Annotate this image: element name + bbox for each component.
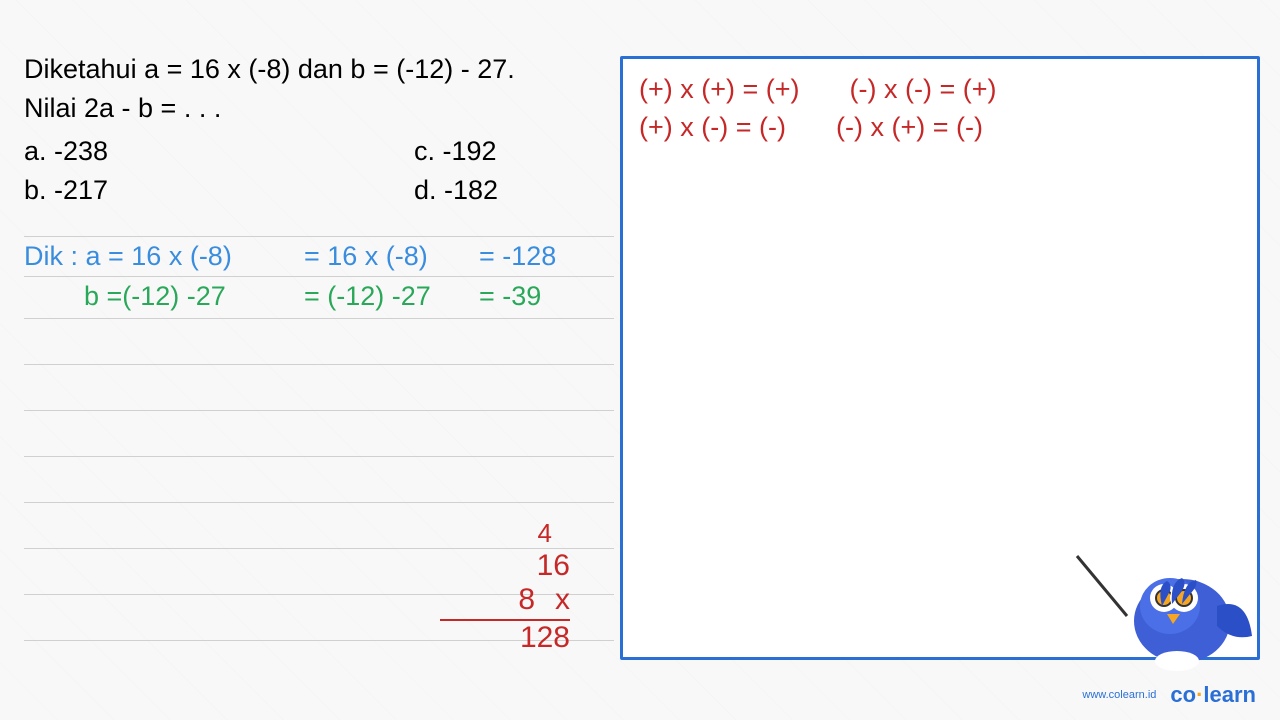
mascot-bird (1072, 536, 1262, 686)
rule-3: (+) x (-) = (-) (639, 109, 786, 147)
rules-row-2: (+) x (-) = (-) (-) x (+) = (-) (639, 109, 1241, 147)
calc-result: 128 (440, 621, 570, 655)
problem-line-1: Diketahui a = 16 x (-8) dan b = (-12) - … (24, 50, 614, 89)
work-b-res: = -39 (479, 281, 541, 312)
option-c: c. -192 (414, 136, 497, 167)
brand-name-a: co (1170, 682, 1196, 707)
option-d: d. -182 (414, 175, 498, 206)
rule-4: (-) x (+) = (-) (836, 109, 983, 147)
rule-1: (+) x (+) = (+) (639, 71, 800, 109)
work-a-mid: = 16 x (-8) (304, 241, 479, 272)
work-b-mid: = (-12) -27 (304, 281, 479, 312)
problem-line-2: Nilai 2a - b = . . . (24, 89, 614, 128)
work-b-label: b =(-12) -27 (24, 281, 304, 312)
rule-2: (-) x (-) = (+) (850, 71, 997, 109)
calc-n2: 8 (518, 583, 535, 617)
option-b: b. -217 (24, 175, 414, 206)
options-row-1: a. -238 c. -192 (24, 136, 614, 167)
multiplication-work: 4 16 8 x 128 (440, 518, 570, 655)
work-a-label: Dik : a = 16 x (-8) (24, 241, 304, 272)
work-a-res: = -128 (479, 241, 556, 272)
option-a: a. -238 (24, 136, 414, 167)
calc-carry: 4 (422, 518, 552, 549)
options-row-2: b. -217 d. -182 (24, 175, 614, 206)
calc-op: x (555, 583, 570, 617)
work-line-b: b =(-12) -27 = (-12) -27 = -39 (24, 276, 614, 316)
calc-n1: 16 (440, 549, 570, 583)
rules-row-1: (+) x (+) = (+) (-) x (-) = (+) (639, 71, 1241, 109)
calc-row-op: 8 x (440, 583, 570, 617)
brand-logo: co·learn (1170, 682, 1256, 708)
brand-url: www.colearn.id (1082, 689, 1156, 701)
work-line-a: Dik : a = 16 x (-8) = 16 x (-8) = -128 (24, 236, 614, 276)
brand-name-b: learn (1203, 682, 1256, 707)
brand-footer: www.colearn.id co·learn (1082, 682, 1256, 708)
bird-icon (1072, 536, 1262, 686)
